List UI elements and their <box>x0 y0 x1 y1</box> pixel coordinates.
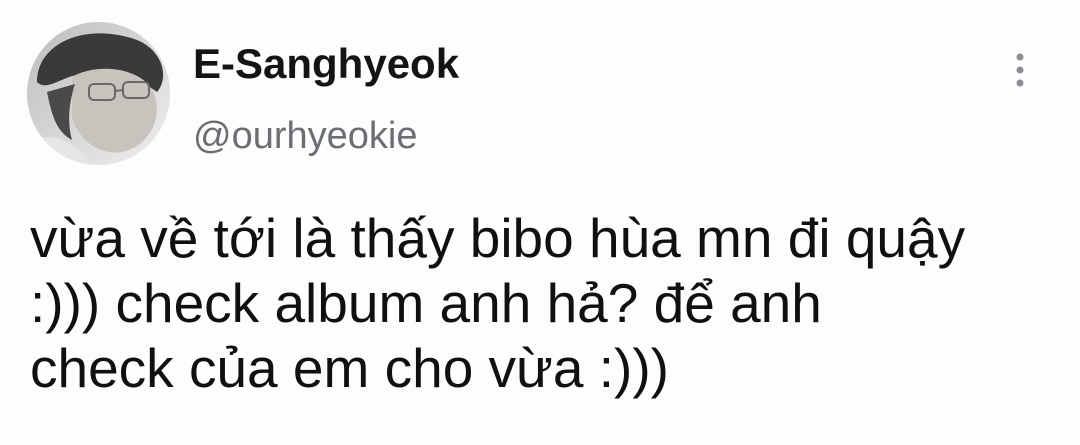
tweet-text-line: check của em cho vừa :))) <box>30 337 669 399</box>
user-handle[interactable]: @ourhyeokie <box>193 115 417 158</box>
display-name[interactable]: E-Sanghyeok <box>193 40 459 88</box>
tweet-card: E-Sanghyeok @ourhyeokie vừa về tới là th… <box>0 0 1080 445</box>
tweet-text-line: vừa về tới là thấy bibo hùa mn đi quậy <box>30 207 966 269</box>
profile-photo-icon <box>27 22 170 165</box>
tweet-text: vừa về tới là thấy bibo hùa mn đi quậy :… <box>30 206 1070 401</box>
more-options-button[interactable] <box>1002 48 1038 92</box>
avatar[interactable] <box>27 22 170 165</box>
tweet-text-line: :))) check album anh hả? để anh <box>30 272 822 334</box>
vertical-ellipsis-icon <box>1016 53 1024 87</box>
